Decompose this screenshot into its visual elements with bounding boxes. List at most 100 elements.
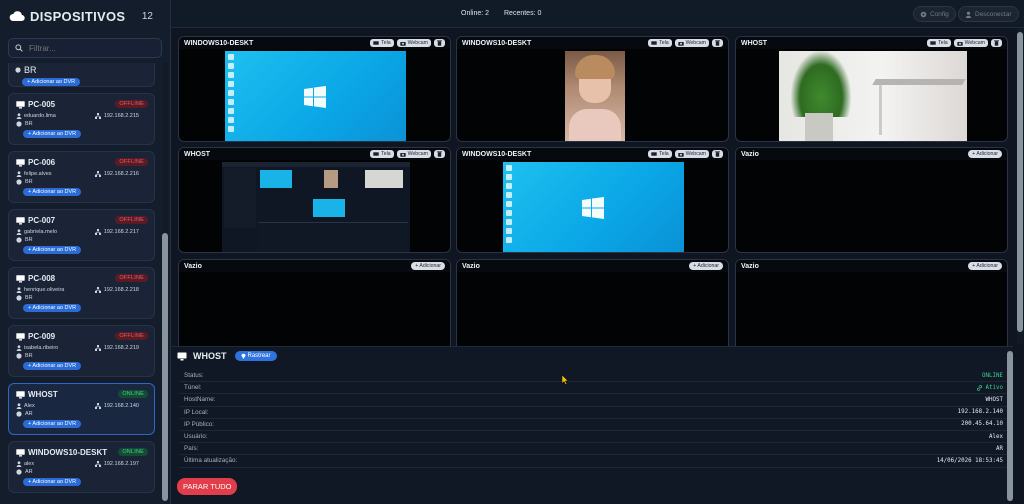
sidebar: DISPOSITIVOS 12 BR + Adicionar ao DVR PC… [0,0,171,504]
sidebar-scrollbar-thumb[interactable] [162,233,168,501]
webcam-button[interactable]: Webcam [396,150,431,158]
dvr-slot-empty[interactable]: Vazio + Adicionar [735,147,1008,253]
add-slot-button[interactable]: + Adicionar [968,150,1002,158]
add-to-dvr-button[interactable]: + Adicionar ao DVR [23,188,82,196]
screen-button[interactable]: Tela [370,39,394,47]
trash-icon [715,40,720,46]
device-card[interactable]: PC-005 OFFLINE eduardo.lima 192.168.2.21… [8,93,155,145]
details-key: HostName: [184,396,216,404]
device-card[interactable]: PC-009 OFFLINE isabela.ribeiro 192.168.2… [8,325,155,377]
monitor-icon [16,448,25,456]
user-icon [16,171,22,177]
delete-button[interactable] [712,150,723,158]
status-badge: OFFLINE [115,158,148,166]
status-badge: OFFLINE [115,216,148,224]
device-name: WHOST [28,390,58,399]
details-key: IP Local: [184,408,209,416]
globe-icon [15,67,21,73]
dvr-slot[interactable]: WINDOWS10-DESKT Tela Webcam [456,147,729,253]
dvr-slot[interactable]: WHOST Tela Webcam [178,147,451,253]
screen-label: Tela [659,151,669,157]
device-card-partial[interactable]: BR + Adicionar ao DVR [8,63,155,87]
sidebar-scrollbar[interactable] [162,63,168,501]
filter-input[interactable] [29,43,149,53]
add-slot-button[interactable]: + Adicionar [411,262,445,270]
details-value-text: 192.168.2.140 [957,409,1003,416]
screen-button[interactable]: Tela [370,150,394,158]
gear-icon [920,11,927,17]
user-icon [16,287,22,293]
webcam-button[interactable]: Webcam [674,39,709,47]
device-card[interactable]: WINDOWS10-DESKT ONLINE alex 192.168.2.19… [8,441,155,493]
user-label: Desconectar [975,10,1012,18]
stop-all-button[interactable]: PARAR TUDO [177,478,238,495]
add-to-dvr-button[interactable]: + Adicionar ao DVR [23,478,82,486]
device-card[interactable]: PC-006 OFFLINE felipe.alves 192.168.2.21… [8,151,155,203]
slot-title: Vazio [741,150,759,158]
network-icon [94,113,101,119]
device-ip: 192.168.2.140 [103,403,139,409]
track-button[interactable]: Rastrear [234,351,277,361]
monitor-icon [177,352,187,360]
screen-button[interactable]: Tela [648,150,672,158]
status-badge: ONLINE [118,390,148,398]
details-scrollbar[interactable] [1007,351,1013,501]
user-button[interactable]: Desconectar [958,6,1019,22]
monitor-icon [16,332,25,340]
screen-label: Tela [381,40,391,46]
device-name: PC-005 [28,100,56,109]
mouse-cursor-icon [562,375,569,385]
trash-icon [437,40,442,46]
filter-field[interactable] [8,38,162,58]
add-to-dvr-button[interactable]: + Adicionar ao DVR [22,78,81,86]
webcam-button[interactable]: Webcam [674,150,709,158]
monitor-icon [16,390,25,398]
delete-button[interactable] [434,39,445,47]
grid-scrollbar-thumb[interactable] [1017,32,1023,332]
grid-scrollbar[interactable] [1017,28,1023,344]
add-to-dvr-button[interactable]: + Adicionar ao DVR [23,130,82,138]
monitor-icon [16,158,25,166]
add-slot-button[interactable]: + Adicionar [968,262,1002,270]
dvr-slot[interactable]: WINDOWS10-DESKT Tela Webcam [178,36,451,142]
device-card[interactable]: PC-008 OFFLINE henrique.oliveira 192.168… [8,267,155,319]
details-key: Última atualização: [184,457,238,465]
slot-title: WINDOWS10-DESKT [184,39,254,47]
details-scrollbar-thumb[interactable] [1007,351,1013,501]
camera-icon [956,41,963,46]
online-count: Online: 2 [461,10,490,17]
webcam-button[interactable]: Webcam [953,39,988,47]
webcam-label: Webcam [685,151,706,157]
status-badge: OFFLINE [115,332,148,340]
screen-button[interactable]: Tela [648,39,672,47]
webcam-label: Webcam [407,40,428,46]
device-user: gabriela.melo [24,229,58,235]
details-value: WHOST [986,397,1003,403]
user-icon [965,11,972,18]
windows-logo-icon [582,197,604,219]
status-badge: OFFLINE [115,100,148,108]
config-button[interactable]: Config [913,6,956,22]
monitor-icon [16,216,25,224]
add-slot-button[interactable]: + Adicionar [689,262,723,270]
device-card[interactable]: PC-007 OFFLINE gabriela.melo 192.168.2.2… [8,209,155,261]
screen-button[interactable]: Tela [927,39,951,47]
details-value: Alex [989,434,1003,440]
globe-icon [16,469,22,475]
dvr-slot[interactable]: WINDOWS10-DESKT Tela Webcam [456,36,729,142]
webcam-button[interactable]: Webcam [396,39,431,47]
monitor-icon [651,40,657,45]
device-card[interactable]: WHOST ONLINE Alex 192.168.2.140 AR + Adi… [8,383,155,435]
slot-title: WINDOWS10-DESKT [462,39,532,47]
device-name: PC-007 [28,216,56,225]
add-to-dvr-button[interactable]: + Adicionar ao DVR [23,304,82,312]
monitor-icon [651,151,657,156]
delete-button[interactable] [434,150,445,158]
trash-icon [437,151,442,157]
add-to-dvr-button[interactable]: + Adicionar ao DVR [23,362,82,370]
delete-button[interactable] [991,39,1002,47]
add-to-dvr-button[interactable]: + Adicionar ao DVR [23,246,82,254]
delete-button[interactable] [712,39,723,47]
add-to-dvr-button[interactable]: + Adicionar ao DVR [23,420,82,428]
dvr-slot[interactable]: WHOST Tela Webcam [735,36,1008,142]
